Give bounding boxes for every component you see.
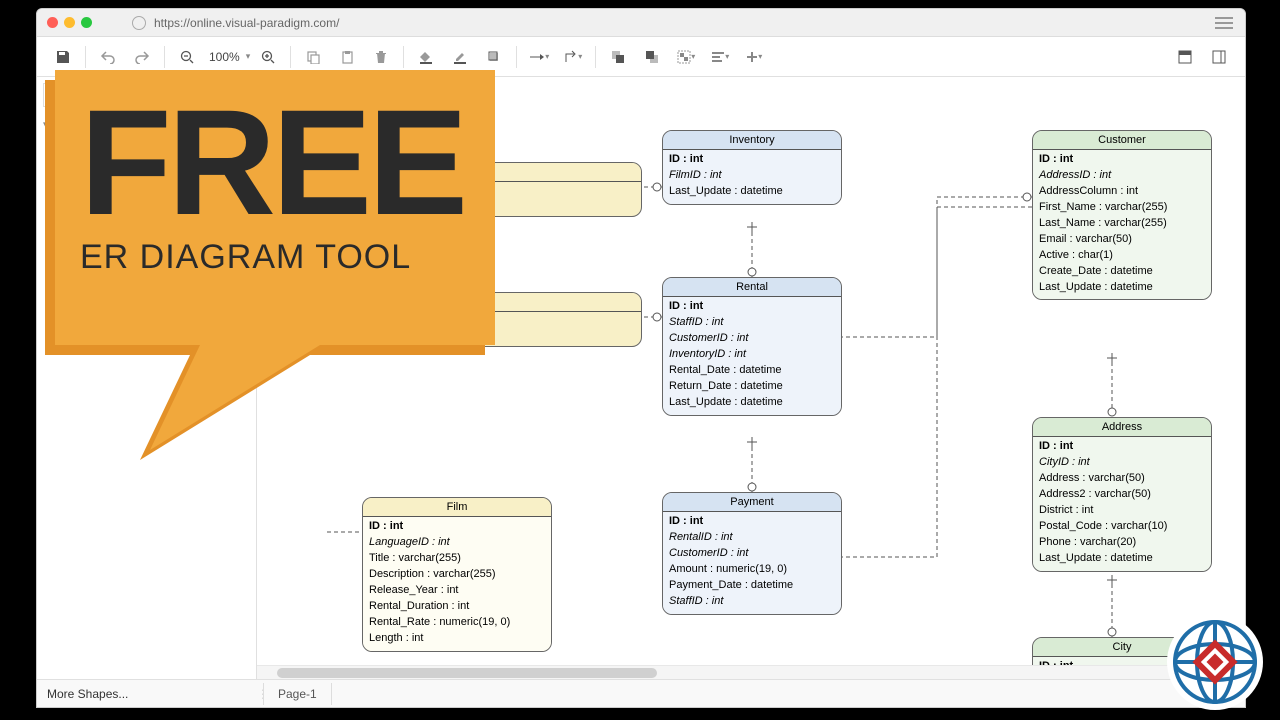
redo-button[interactable] [126, 43, 158, 71]
entity-rental[interactable]: Rental ID : intStaffID : intCustomerID : … [662, 277, 842, 416]
promo-ribbon: FREE ER DIAGRAM TOOL [30, 70, 500, 470]
entity-column: InventoryID : int [669, 347, 835, 363]
entity-column: Create_Date : datetime [1039, 264, 1205, 280]
entity-title: Customer [1033, 131, 1211, 150]
entity-column: ID : int [669, 299, 835, 315]
entity-column: Payment_Date : datetime [669, 578, 835, 594]
entity-film[interactable]: Film ID : intLanguageID : intTitle : varc… [362, 497, 552, 652]
toback-button[interactable] [636, 43, 668, 71]
entity-column: Last_Name : varchar(255) [1039, 216, 1205, 232]
minimize-button[interactable] [64, 17, 75, 28]
entity-column: Amount : numeric(19, 0) [669, 562, 835, 578]
entity-column: Description : varchar(255) [369, 567, 545, 583]
entity-column: StaffID : int [669, 594, 835, 610]
add-button[interactable]: ▾ [738, 43, 770, 71]
entity-column: Return_Date : datetime [669, 379, 835, 395]
close-button[interactable] [47, 17, 58, 28]
site-info-icon [132, 16, 146, 30]
entity-column: First_Name : varchar(255) [1039, 200, 1205, 216]
entity-column: Rental_Rate : numeric(19, 0) [369, 615, 545, 631]
window-controls [47, 17, 92, 28]
more-shapes-button[interactable]: More Shapes... [37, 687, 257, 701]
entity-column: ID : int [669, 514, 835, 530]
entity-customer[interactable]: Customer ID : intAddressID : intAddressCo… [1032, 130, 1212, 300]
brand-logo [1165, 612, 1265, 712]
entity-title: Payment [663, 493, 841, 512]
save-button[interactable] [47, 43, 79, 71]
entity-column: CityID : int [1039, 455, 1205, 471]
ribbon-headline: FREE [80, 95, 464, 230]
entity-column: Last_Update : datetime [669, 395, 835, 411]
align-button[interactable]: ▾ [704, 43, 736, 71]
zoom-level[interactable]: 100% [205, 50, 244, 64]
entity-column: Rental_Date : datetime [669, 363, 835, 379]
entity-column: ID : int [1039, 439, 1205, 455]
entity-column: Release_Year : int [369, 583, 545, 599]
copy-button[interactable] [297, 43, 329, 71]
entity-column: RentalID : int [669, 530, 835, 546]
entity-column: Length : int [369, 631, 545, 647]
horizontal-scrollbar[interactable] [257, 665, 1245, 679]
connector-button[interactable]: ▾ [523, 43, 555, 71]
undo-button[interactable] [92, 43, 124, 71]
scrollbar-thumb[interactable] [277, 668, 657, 678]
entity-column: Address2 : varchar(50) [1039, 487, 1205, 503]
entity-title: Address [1033, 418, 1211, 437]
entity-column: Address : varchar(50) [1039, 471, 1205, 487]
entity-column: Phone : varchar(20) [1039, 535, 1205, 551]
entity-column: Last_Update : datetime [1039, 551, 1205, 567]
entity-column: Last_Update : datetime [1039, 280, 1205, 296]
format-button[interactable] [1203, 43, 1235, 71]
entity-column: ID : int [1039, 152, 1205, 168]
entity-column: AddressColumn : int [1039, 184, 1205, 200]
entity-address[interactable]: Address ID : intCityID : intAddress : var… [1032, 417, 1212, 572]
tofront-button[interactable] [602, 43, 634, 71]
entity-column: Title : varchar(255) [369, 551, 545, 567]
zoom-out-button[interactable] [171, 43, 203, 71]
waypoint-button[interactable]: ▾ [557, 43, 589, 71]
entity-column: LanguageID : int [369, 535, 545, 551]
entity-column: ID : int [369, 519, 545, 535]
entity-column: Postal_Code : varchar(10) [1039, 519, 1205, 535]
page-tab-1[interactable]: Page-1 [263, 683, 332, 705]
line-color-button[interactable] [444, 43, 476, 71]
fill-color-button[interactable] [410, 43, 442, 71]
entity-column: Email : varchar(50) [1039, 232, 1205, 248]
entity-column: Last_Update : datetime [669, 184, 835, 200]
entity-column: District : int [1039, 503, 1205, 519]
menu-button[interactable] [1215, 17, 1235, 29]
entity-title: Rental [663, 278, 841, 297]
entity-title: Inventory [663, 131, 841, 150]
maximize-button[interactable] [81, 17, 92, 28]
url-text: https://online.visual-paradigm.com/ [154, 16, 339, 30]
entity-column: FilmID : int [669, 168, 835, 184]
entity-column: AddressID : int [1039, 168, 1205, 184]
entity-column: CustomerID : int [669, 331, 835, 347]
shadow-button[interactable] [478, 43, 510, 71]
entity-column: CustomerID : int [669, 546, 835, 562]
entity-column: Rental_Duration : int [369, 599, 545, 615]
titlebar: https://online.visual-paradigm.com/ [37, 9, 1245, 37]
entity-column: Active : char(1) [1039, 248, 1205, 264]
paste-button[interactable] [331, 43, 363, 71]
footer: More Shapes... ⋮ Page-1 [37, 679, 1245, 707]
entity-column: StaffID : int [669, 315, 835, 331]
ribbon-subtitle: ER DIAGRAM TOOL [80, 238, 464, 277]
outline-button[interactable] [1169, 43, 1201, 71]
entity-payment[interactable]: Payment ID : intRentalID : intCustomerID … [662, 492, 842, 615]
entity-column: ID : int [669, 152, 835, 168]
entity-inventory[interactable]: Inventory ID : intFilmID : intLast_Update… [662, 130, 842, 205]
delete-button[interactable] [365, 43, 397, 71]
zoom-in-button[interactable] [252, 43, 284, 71]
entity-title: Film [363, 498, 551, 517]
group-button[interactable]: ▾ [670, 43, 702, 71]
url-bar[interactable]: https://online.visual-paradigm.com/ [132, 16, 1215, 30]
